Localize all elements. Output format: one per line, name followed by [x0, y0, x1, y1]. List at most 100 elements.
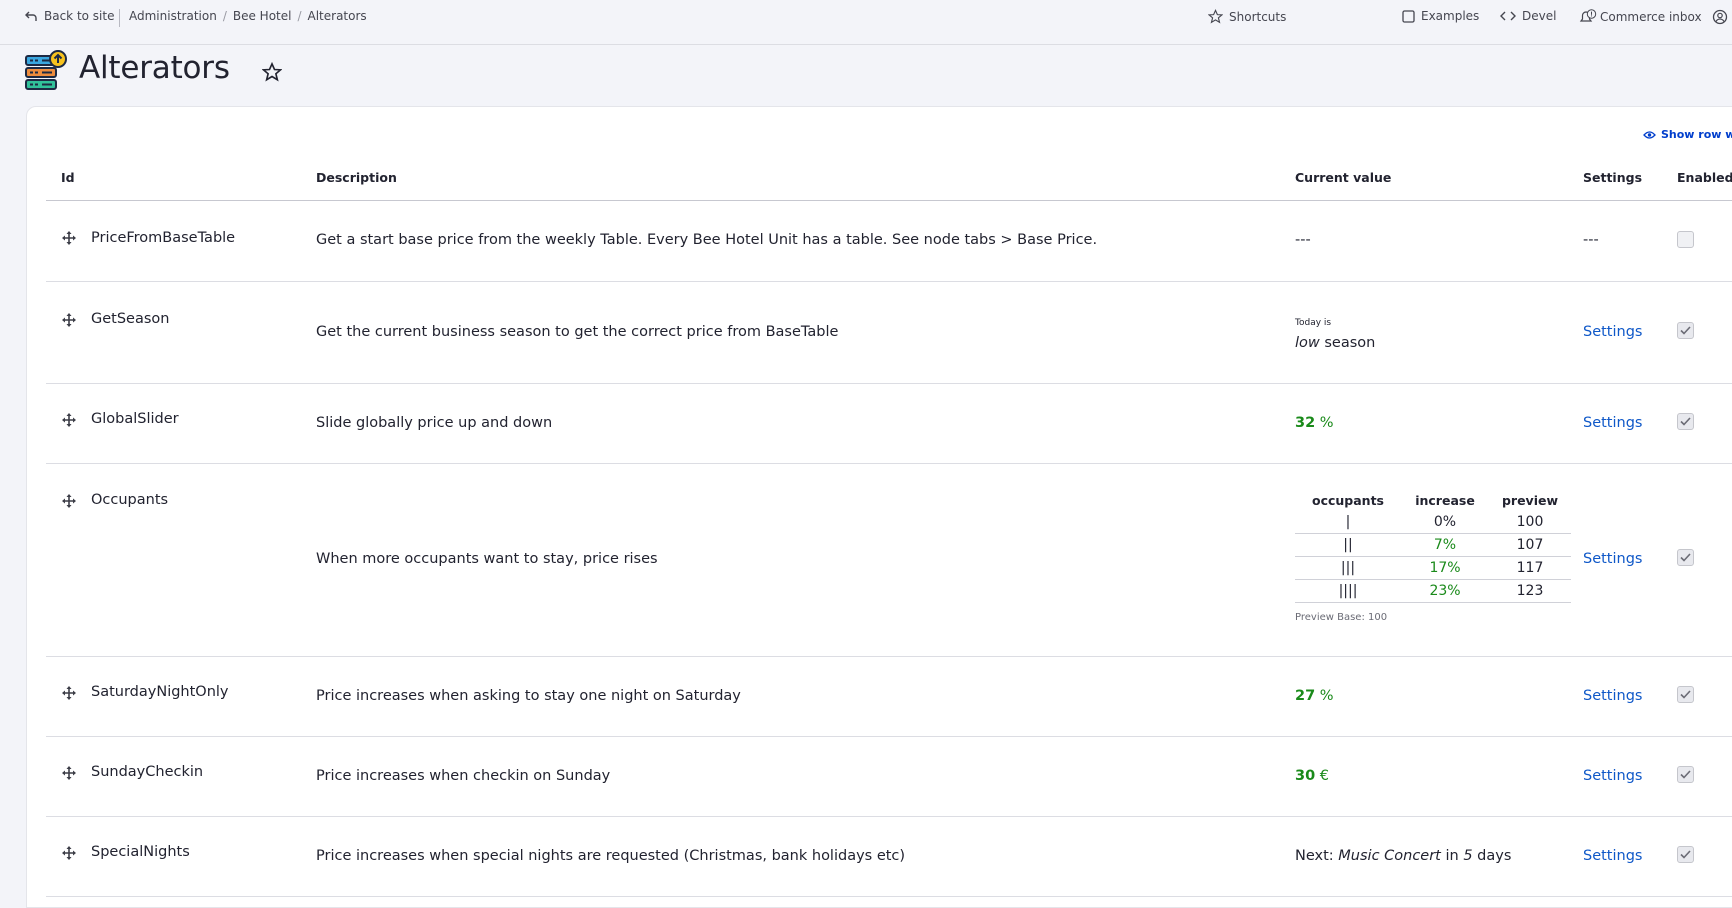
back-to-site-link[interactable]: Back to site — [24, 9, 114, 23]
increase-value: 7% — [1433, 537, 1457, 553]
occupants-table-row: ||| 17% 117 — [1295, 557, 1571, 580]
drag-handle-icon[interactable] — [62, 845, 76, 864]
row-id: GlobalSlider — [91, 411, 179, 427]
drag-handle-icon[interactable] — [62, 765, 76, 784]
next-label: Next: — [1295, 848, 1334, 864]
enabled-checkbox[interactable] — [1677, 322, 1694, 339]
settings-link[interactable]: Settings — [1583, 768, 1642, 784]
increase-value: 23% — [1429, 583, 1461, 599]
enabled-checkbox[interactable] — [1677, 549, 1694, 566]
value-unit: % — [1319, 415, 1334, 431]
settings-link[interactable]: Settings — [1583, 324, 1642, 340]
value-unit: € — [1319, 768, 1330, 784]
breadcrumb-separator: / — [222, 9, 227, 23]
occupants-table: occupants increase preview | 0% 100 || 7… — [1295, 493, 1571, 603]
enabled-checkbox[interactable] — [1677, 413, 1694, 430]
show-row-weights-button[interactable]: Show row weig — [1643, 128, 1732, 141]
checkmark-icon — [1680, 850, 1691, 859]
value-unit: % — [1319, 688, 1334, 704]
drag-handle-icon[interactable] — [62, 493, 76, 512]
devel-button[interactable]: Devel — [1500, 9, 1556, 23]
enabled-checkbox[interactable] — [1677, 846, 1694, 863]
row-id: Occupants — [91, 492, 169, 508]
code-icon — [1500, 10, 1516, 22]
column-header-description: Description — [316, 170, 397, 185]
preview-value: 107 — [1516, 537, 1544, 553]
row-divider — [46, 383, 1732, 384]
admin-toolbar: Back to site Administration / Bee Hotel … — [0, 0, 1732, 45]
occupants-count: |||| — [1338, 583, 1358, 599]
module-logo-icon — [24, 50, 68, 94]
row-divider — [46, 656, 1732, 657]
column-header-settings: Settings — [1583, 170, 1643, 185]
shortcuts-label: Shortcuts — [1229, 9, 1287, 24]
page-title: Alterators — [79, 50, 230, 86]
row-description: Price increases when checkin on Sunday — [316, 768, 611, 784]
row-id: GetSeason — [91, 311, 170, 327]
increase-value: 17% — [1429, 560, 1461, 576]
row-description: When more occupants want to stay, price … — [316, 551, 658, 567]
drag-handle-icon[interactable] — [62, 230, 76, 249]
toolbar-divider — [119, 9, 120, 27]
preview-value: 117 — [1516, 560, 1544, 576]
enabled-checkbox[interactable] — [1677, 231, 1694, 248]
settings-link[interactable]: Settings — [1583, 551, 1642, 567]
row-settings-placeholder: --- — [1583, 232, 1599, 248]
examples-button[interactable]: Examples — [1402, 9, 1479, 23]
occupants-column-header: occupants — [1311, 493, 1384, 508]
drag-handle-icon[interactable] — [62, 312, 76, 331]
breadcrumb-separator: / — [297, 9, 302, 23]
column-header-enabled: Enabled — [1677, 170, 1732, 185]
percent-value: 32 % — [1295, 415, 1334, 431]
occupants-table-header: occupants increase preview — [1295, 493, 1571, 511]
season-name: low — [1295, 335, 1320, 351]
checkmark-icon — [1680, 326, 1691, 335]
breadcrumb-bee-hotel[interactable]: Bee Hotel — [233, 9, 292, 23]
bell-icon — [1578, 9, 1598, 25]
back-to-site-label: Back to site — [44, 9, 115, 23]
row-divider — [46, 463, 1732, 464]
row-description: Slide globally price up and down — [316, 415, 553, 431]
occupants-count: | — [1345, 514, 1351, 530]
square-icon — [1402, 9, 1415, 23]
row-id: SaturdayNightOnly — [91, 684, 229, 700]
next-in-label: in — [1445, 848, 1459, 864]
checkmark-icon — [1680, 770, 1691, 779]
settings-link[interactable]: Settings — [1583, 688, 1642, 704]
occupants-table-row: | 0% 100 — [1295, 511, 1571, 534]
row-id: SpecialNights — [91, 844, 190, 860]
increase-value: 0% — [1433, 514, 1457, 530]
occupants-table-row: |||| 23% 123 — [1295, 580, 1571, 603]
add-to-shortcuts-star-icon[interactable] — [261, 61, 283, 86]
shortcuts-button[interactable]: Shortcuts — [1208, 9, 1286, 24]
value-number: 30 — [1295, 768, 1316, 784]
breadcrumb-administration[interactable]: Administration — [129, 9, 217, 23]
row-description: Price increases when asking to stay one … — [316, 688, 741, 704]
commerce-inbox-label: Commerce inbox — [1600, 10, 1702, 24]
row-id: PriceFromBaseTable — [91, 230, 236, 246]
breadcrumb-alterators[interactable]: Alterators — [308, 9, 367, 23]
user-menu-button[interactable] — [1712, 9, 1728, 25]
enabled-checkbox[interactable] — [1677, 686, 1694, 703]
star-icon — [1208, 9, 1223, 24]
enabled-checkbox[interactable] — [1677, 766, 1694, 783]
preview-base-note: Preview Base: 100 — [1295, 612, 1388, 623]
commerce-inbox-button[interactable]: Commerce inbox — [1578, 9, 1702, 25]
row-id: SundayCheckin — [91, 764, 204, 780]
next-special-night: Next: Music Concert in 5 days — [1295, 848, 1511, 864]
drag-handle-icon[interactable] — [62, 412, 76, 431]
season-caption: Today is — [1295, 318, 1332, 328]
value-number: 27 — [1295, 688, 1316, 704]
breadcrumb: Administration / Bee Hotel / Alterators — [129, 9, 367, 23]
back-arrow-icon — [24, 9, 38, 23]
row-description: Get the current business season to get t… — [316, 324, 839, 340]
settings-link[interactable]: Settings — [1583, 415, 1642, 431]
devel-label: Devel — [1522, 9, 1557, 23]
next-event-name: Music Concert — [1338, 848, 1441, 864]
currency-value: 30 € — [1295, 768, 1329, 784]
column-header-id: Id — [61, 170, 75, 185]
drag-handle-icon[interactable] — [62, 685, 76, 704]
next-days-label: days — [1477, 848, 1512, 864]
value-number: 32 — [1295, 415, 1316, 431]
settings-link[interactable]: Settings — [1583, 848, 1642, 864]
